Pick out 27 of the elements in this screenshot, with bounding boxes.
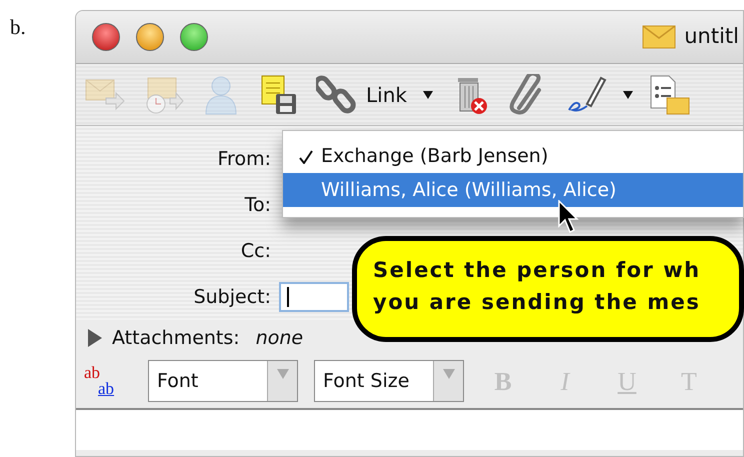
caret-icon[interactable] <box>422 90 433 98</box>
field-label: To: <box>244 192 272 218</box>
caret-icon[interactable] <box>622 90 633 98</box>
callout-text: you are sending the mes <box>373 288 702 316</box>
minimize-button[interactable] <box>136 23 164 51</box>
figure-label: b. <box>10 14 26 41</box>
close-button[interactable] <box>92 23 120 51</box>
window-title: untitl <box>684 23 739 50</box>
checkmark-icon <box>299 150 313 164</box>
chain-link-icon[interactable] <box>316 74 358 116</box>
field-label: From: <box>216 146 272 172</box>
attachments-value: none <box>256 326 304 351</box>
font-size-select[interactable]: Font Size <box>314 360 464 402</box>
callout-text: Select the person for wh <box>373 257 702 284</box>
link-button[interactable]: Link <box>316 72 407 116</box>
zoom-button[interactable] <box>180 23 208 51</box>
field-label: Cc: <box>240 238 272 264</box>
font-select[interactable]: Font <box>148 360 298 402</box>
menu-item[interactable]: Williams, Alice (Williams, Alice) <box>283 173 743 207</box>
checklist-envelope-icon[interactable] <box>648 74 691 116</box>
envelope-icon <box>642 25 676 49</box>
attachments-label: Attachments: <box>112 326 240 351</box>
field-label: Subject: <box>192 284 272 310</box>
text-replace-icon[interactable]: ab ab <box>84 364 132 398</box>
menu-item[interactable]: Exchange (Barb Jensen) <box>283 139 743 173</box>
subject-field[interactable] <box>279 282 349 312</box>
disclosure-triangle-icon[interactable] <box>86 329 104 347</box>
